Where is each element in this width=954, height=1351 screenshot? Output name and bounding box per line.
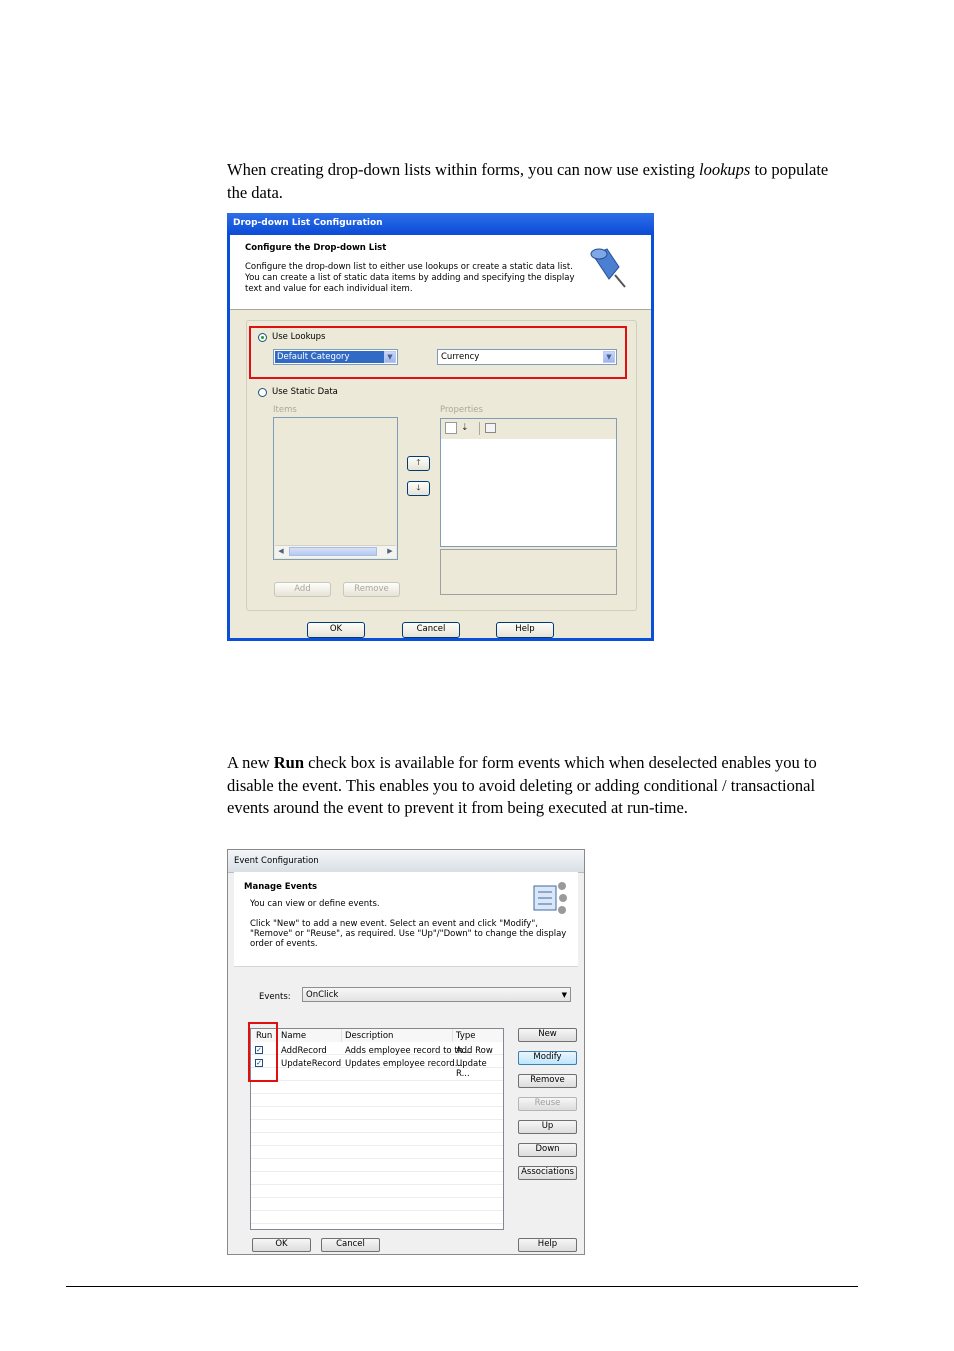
cancel-button[interactable]: Cancel [321,1238,380,1252]
run-column-highlight-box [248,1022,278,1082]
use-static-data-label: Use Static Data [272,387,338,397]
ok-button[interactable]: OK [252,1238,311,1252]
add-button[interactable]: Add [274,582,331,597]
remove-button[interactable]: Remove [518,1074,577,1088]
dialog-heading: Configure the Drop-down List [245,243,387,253]
table-header: Run Name Description Type [251,1029,503,1043]
dialog-header: Manage Events You can view or define eve… [234,872,578,967]
remove-button[interactable]: Remove [343,582,400,597]
table-row[interactable]: ✓ AddRecord Adds employee record to th..… [251,1044,503,1056]
scroll-right-icon[interactable]: ▶ [385,546,395,557]
items-label: Items [273,405,297,415]
intro-paragraph-lookups: When creating drop-down lists within for… [227,160,829,202]
properties-grid[interactable]: ⇣ [440,418,617,547]
dialog-instructions: Click "New" to add a new event. Select a… [250,919,567,949]
dialog-title-bar: Event Configuration [228,850,584,873]
events-dropdown[interactable]: OnClick ▼ [302,987,571,1002]
events-list-icon [533,882,567,914]
reuse-button[interactable]: Reuse [518,1097,577,1111]
help-button[interactable]: Help [518,1238,577,1252]
event-type: Update R... [456,1059,487,1079]
column-header-type[interactable]: Type [456,1031,476,1041]
arrow-up-icon: 🡑 [416,458,421,467]
event-name: AddRecord [281,1046,327,1056]
events-value: OnClick [306,990,339,1000]
pushpin-icon [590,248,626,288]
dialog-header: Configure the Drop-down List Configure t… [230,235,651,310]
down-button[interactable]: Down [518,1143,577,1157]
toolbar-divider [479,422,480,435]
scroll-left-icon[interactable]: ◀ [276,546,286,557]
event-description: Adds employee record to th... [345,1046,472,1056]
scroll-thumb[interactable] [289,547,377,556]
modify-button[interactable]: Modify [518,1051,577,1065]
ok-button[interactable]: OK [307,622,365,638]
dialog-heading: Manage Events [244,882,318,892]
dialog-subheading: You can view or define events. [250,899,380,909]
dialog-description: Configure the drop-down list to either u… [245,262,575,294]
column-header-description[interactable]: Description [345,1031,393,1041]
table-row[interactable]: ✓ UpdateRecord Updates employee record..… [251,1057,503,1079]
event-type: Add Row [456,1046,493,1056]
event-description: Updates employee record... [345,1059,463,1069]
dialog-client-area: Manage Events You can view or define eve… [234,872,578,1252]
arrow-down-icon: 🡓 [416,483,421,492]
dropdown-list-configuration-dialog: Drop-down List Configuration Configure t… [227,213,654,641]
properties-toolbar: ⇣ [441,419,616,439]
use-static-data-radio[interactable] [258,388,267,397]
categorized-icon[interactable] [445,422,457,434]
lookups-highlight-box [249,326,627,379]
run-checkbox-paragraph: A new Run check box is available for for… [227,753,817,817]
dialog-title: Drop-down List Configuration [233,218,383,228]
dialog-title: Event Configuration [234,856,319,866]
dialog-client-area: Configure the Drop-down List Configure t… [230,235,651,638]
associations-button[interactable]: Associations [518,1166,577,1180]
event-configuration-dialog: Event Configuration Manage Events You ca… [227,849,585,1255]
up-button[interactable]: Up [518,1120,577,1134]
column-header-name[interactable]: Name [281,1031,306,1041]
properties-label: Properties [440,405,483,415]
cancel-button[interactable]: Cancel [402,622,460,638]
help-button[interactable]: Help [496,622,554,638]
move-down-button[interactable]: 🡓 [407,481,430,496]
event-name: UpdateRecord [281,1059,342,1069]
move-up-button[interactable]: 🡑 [407,456,430,471]
footer-rule [66,1286,858,1287]
dialog-title-bar: Drop-down List Configuration [227,213,654,235]
property-pages-icon[interactable] [485,423,496,433]
events-table: Run Name Description Type ✓ AddRecord Ad… [250,1028,504,1230]
items-horizontal-scrollbar[interactable]: ◀ ▶ [275,545,396,558]
events-label: Events: [259,992,291,1002]
items-list[interactable]: ◀ ▶ [273,417,398,560]
sort-alphabetical-icon[interactable]: ⇣ [461,422,469,434]
properties-description-pane [440,549,617,595]
chevron-down-icon[interactable]: ▼ [562,989,567,1001]
new-button[interactable]: New [518,1028,577,1042]
